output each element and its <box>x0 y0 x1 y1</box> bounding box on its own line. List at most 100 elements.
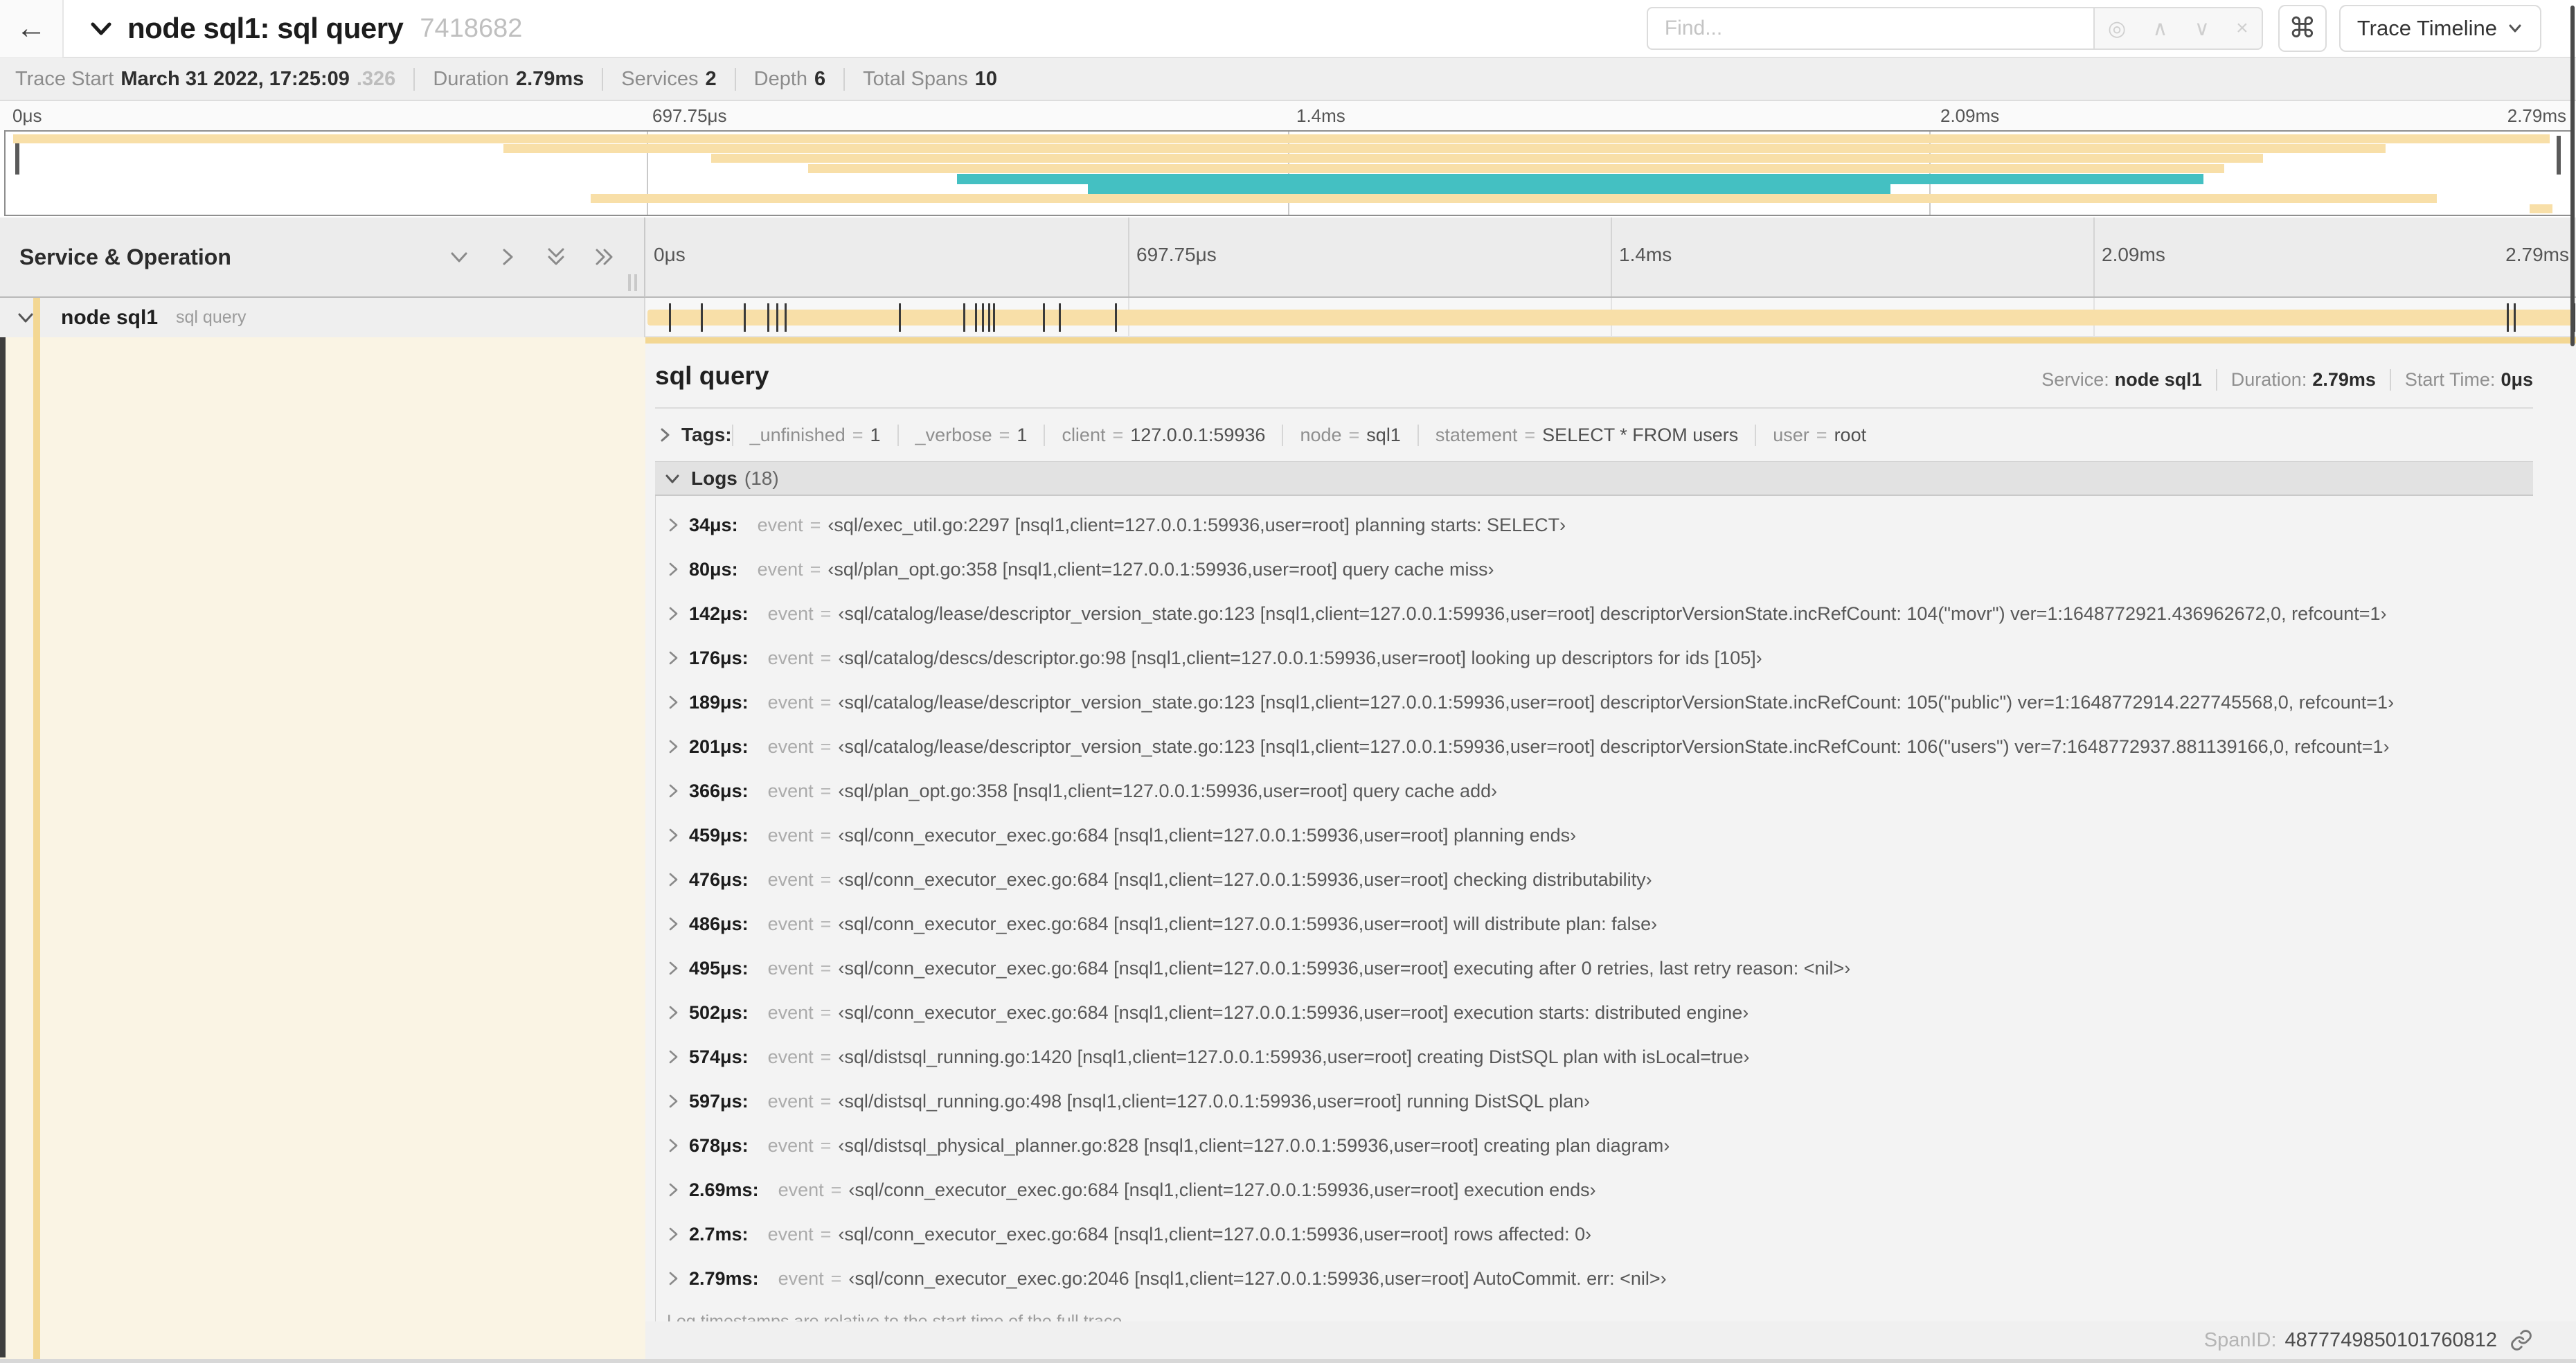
log-chevron-right-icon[interactable] <box>664 783 681 799</box>
log-chevron-right-icon[interactable] <box>664 1093 681 1110</box>
log-chevron-right-icon[interactable] <box>664 738 681 755</box>
locate-icon[interactable]: ◎ <box>2108 17 2126 41</box>
log-event-key: event <box>767 1223 814 1245</box>
log-row[interactable]: 486μs: event = ‹sql/conn_executor_exec.go:6… <box>664 902 2533 946</box>
title-chevron-down-icon[interactable] <box>87 15 115 42</box>
log-row[interactable]: 366μs: event = ‹sql/plan_opt.go:358 [nsql1,… <box>664 769 2533 813</box>
expand-all-icon[interactable] <box>593 245 616 269</box>
span-bar-cell[interactable] <box>645 298 2576 337</box>
clear-search-icon[interactable]: × <box>2236 17 2248 40</box>
log-marker-tick <box>700 303 703 332</box>
log-equals: = <box>820 1046 832 1067</box>
log-chevron-right-icon[interactable] <box>664 1049 681 1065</box>
tags-row[interactable]: Tags: _unfinished = 1 _verbose = 1 client = 127.… <box>655 424 2533 446</box>
log-event-value: ‹sql/plan_opt.go:358 [nsql1,client=127.0… <box>838 780 1498 801</box>
keyboard-shortcuts-button[interactable]: ⌘ <box>2278 5 2327 52</box>
log-chevron-right-icon[interactable] <box>664 1137 681 1154</box>
log-chevron-right-icon[interactable] <box>664 1004 681 1021</box>
minimap-span-bar <box>957 174 2204 184</box>
spanid-bar: SpanID: 4877749850101760812 <box>645 1321 2576 1359</box>
log-row[interactable]: 176μs: event = ‹sql/catalog/descs/descripto… <box>664 636 2533 680</box>
log-timestamp: 366μs: <box>689 780 749 801</box>
log-event-key: event <box>767 780 814 801</box>
log-chevron-right-icon[interactable] <box>664 561 681 578</box>
log-timestamp: 574μs: <box>689 1046 749 1067</box>
collapse-one-icon[interactable] <box>447 245 471 269</box>
top-bar-actions: ◎ ∧ ∨ × ⌘ Trace Timeline <box>1646 5 2576 52</box>
expand-one-icon[interactable] <box>496 245 519 269</box>
log-chevron-right-icon[interactable] <box>664 650 681 666</box>
trace-meta-item: Depth 6 <box>734 67 844 91</box>
view-options-dropdown[interactable]: Trace Timeline <box>2338 5 2541 52</box>
prev-match-icon[interactable]: ∧ <box>2153 17 2168 41</box>
log-event-key: event <box>767 957 814 979</box>
span-row[interactable]: node sql1 sql query <box>0 298 2576 337</box>
tag-value: SELECT * FROM users <box>1542 424 1739 445</box>
log-equals: = <box>820 868 832 890</box>
log-row[interactable]: 142μs: event = ‹sql/catalog/lease/descripto… <box>664 591 2533 636</box>
trace-meta-item: Total Spans 10 <box>843 67 1015 91</box>
log-row[interactable]: 476μs: event = ‹sql/conn_executor_exec.go:6… <box>664 857 2533 902</box>
log-chevron-right-icon[interactable] <box>664 694 681 711</box>
top-bar: ← node sql1: sql query 7418682 ◎ ∧ ∨ × ⌘ Tr… <box>0 0 2576 58</box>
column-resizer-handle[interactable] <box>628 274 637 291</box>
log-chevron-right-icon[interactable] <box>664 827 681 844</box>
log-event-value: ‹sql/catalog/lease/descriptor_version_st… <box>838 691 2395 713</box>
log-chevron-right-icon[interactable] <box>664 916 681 932</box>
log-event-key: event <box>767 1001 814 1023</box>
log-row[interactable]: 2.7ms: event = ‹sql/conn_executor_exec.go:6… <box>664 1212 2533 1256</box>
log-row[interactable]: 2.79ms: event = ‹sql/conn_executor_exec.go:… <box>664 1256 2533 1301</box>
log-row[interactable]: 34μs: event = ‹sql/exec_util.go:2297 [nsql1… <box>664 503 2533 547</box>
spanid-link-icon[interactable] <box>2510 1328 2533 1352</box>
service-operation-header: Service & Operation <box>0 217 645 298</box>
log-chevron-right-icon[interactable] <box>664 1226 681 1242</box>
span-name-cell[interactable]: node sql1 sql query <box>0 298 645 337</box>
timeline-tick-label: 697.75μs <box>1136 244 1217 265</box>
log-marker-tick <box>776 303 778 332</box>
log-timestamp: 459μs: <box>689 824 749 846</box>
log-row[interactable]: 459μs: event = ‹sql/conn_executor_exec.go:6… <box>664 813 2533 857</box>
log-event-value: ‹sql/conn_executor_exec.go:684 [nsql1,cl… <box>838 913 1658 934</box>
log-chevron-right-icon[interactable] <box>664 517 681 533</box>
trace-meta-bar: Trace Start March 31 2022, 17:25:09.326 Du… <box>0 58 2576 101</box>
log-row[interactable]: 189μs: event = ‹sql/catalog/lease/descripto… <box>664 680 2533 724</box>
log-row[interactable]: 502μs: event = ‹sql/conn_executor_exec.go:6… <box>664 990 2533 1035</box>
logs-accordion-header[interactable]: Logs (18) <box>655 461 2533 496</box>
log-chevron-right-icon[interactable] <box>664 1270 681 1287</box>
log-chevron-right-icon[interactable] <box>664 1182 681 1198</box>
log-chevron-right-icon[interactable] <box>664 960 681 977</box>
log-equals: = <box>820 647 832 668</box>
log-event-key: event <box>767 1134 814 1156</box>
log-event-key: event <box>767 1090 814 1112</box>
log-timestamp: 176μs: <box>689 647 749 668</box>
log-timestamp: 486μs: <box>689 913 749 934</box>
log-chevron-right-icon[interactable] <box>664 871 681 888</box>
timeline-header: 0μs 697.75μs 1.4ms 2.09ms 2.79ms <box>645 217 2576 298</box>
collapse-all-icon[interactable] <box>544 245 568 269</box>
minimap-span-bar <box>2529 204 2553 213</box>
minimap-right-handle[interactable] <box>2557 136 2561 175</box>
tag-key: _unfinished <box>749 424 846 445</box>
log-event-value: ‹sql/conn_executor_exec.go:684 [nsql1,cl… <box>838 868 1652 890</box>
log-row[interactable]: 80μs: event = ‹sql/plan_opt.go:358 [nsql1,c… <box>664 547 2533 591</box>
log-event-value: ‹sql/conn_executor_exec.go:684 [nsql1,cl… <box>838 824 1577 846</box>
next-match-icon[interactable]: ∨ <box>2194 17 2210 41</box>
minimap-canvas[interactable] <box>4 130 2572 216</box>
log-marker-tick <box>987 303 990 332</box>
spanid-label: SpanID: <box>2203 1328 2277 1351</box>
log-row[interactable]: 201μs: event = ‹sql/catalog/lease/descripto… <box>664 724 2533 769</box>
span-duration-bar[interactable] <box>647 310 2575 326</box>
log-row[interactable]: 597μs: event = ‹sql/distsql_running.go:498 … <box>664 1079 2533 1123</box>
find-input[interactable] <box>1646 7 2093 50</box>
log-row[interactable]: 574μs: event = ‹sql/distsql_running.go:1420… <box>664 1035 2533 1079</box>
log-row[interactable]: 678μs: event = ‹sql/distsql_physical_planne… <box>664 1123 2533 1168</box>
meta-label: Depth <box>753 67 808 90</box>
log-chevron-right-icon[interactable] <box>664 605 681 622</box>
vertical-scrollbar[interactable] <box>2570 6 2575 346</box>
back-button[interactable]: ← <box>0 0 64 57</box>
timeline-gridline <box>2093 217 2095 296</box>
log-row[interactable]: 495μs: event = ‹sql/conn_executor_exec.go:6… <box>664 946 2533 990</box>
log-marker-tick <box>992 303 995 332</box>
log-timestamp: 597μs: <box>689 1090 749 1112</box>
log-row[interactable]: 2.69ms: event = ‹sql/conn_executor_exec.go:… <box>664 1168 2533 1212</box>
